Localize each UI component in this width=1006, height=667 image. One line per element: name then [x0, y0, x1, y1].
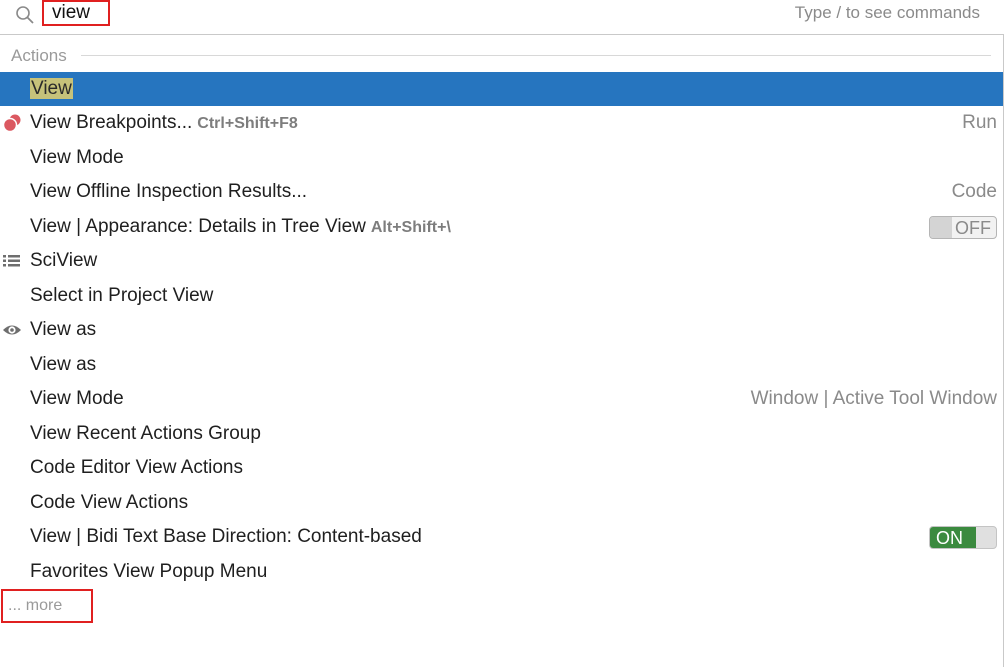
toggle-label: ON — [936, 528, 963, 548]
action-name: View | Bidi Text Base Direction: Content… — [30, 526, 422, 547]
search-icon — [16, 6, 34, 24]
action-row-select-in-project-view[interactable]: Select in Project View — [0, 279, 1003, 313]
action-row-favorites-view-popup[interactable]: Favorites View Popup Menu — [0, 555, 1003, 589]
action-name: View Mode — [30, 388, 124, 409]
action-row-view-breakpoints[interactable]: View Breakpoints... Ctrl+Shift+F8 Run — [0, 106, 1003, 140]
action-name: View Breakpoints... — [30, 112, 193, 133]
breakpoints-icon — [2, 114, 21, 132]
action-name: View Offline Inspection Results... — [30, 181, 308, 202]
search-input[interactable] — [42, 0, 110, 26]
action-row-appearance-details[interactable]: View | Appearance: Details in Tree View A… — [0, 210, 1003, 244]
action-name: View Recent Actions Group — [30, 423, 261, 444]
sciview-icon — [3, 255, 20, 267]
toggle-switch-on[interactable]: ON — [929, 526, 997, 549]
shortcut-label: Alt+Shift+\ — [370, 219, 451, 236]
search-hint: Type / to see commands — [794, 3, 980, 22]
action-row-view-recent-actions[interactable]: View Recent Actions Group — [0, 417, 1003, 451]
action-row-view-mode-2[interactable]: View Mode Window | Active Tool Window — [0, 382, 1003, 416]
popup-border — [1003, 34, 1004, 667]
search-bar: Type / to see commands — [0, 0, 1004, 35]
shortcut-label: Ctrl+Shift+F8 — [197, 115, 298, 132]
toggle-switch-off[interactable]: OFF — [929, 216, 997, 239]
toggle-label: OFF — [955, 218, 991, 238]
action-group: Run — [962, 112, 997, 133]
action-name: Code View Actions — [30, 492, 189, 513]
action-name: Select in Project View — [30, 285, 214, 306]
action-group: Window | Active Tool Window — [750, 388, 997, 409]
action-name: View as — [30, 319, 97, 340]
action-row-view-as-2[interactable]: View as — [0, 348, 1003, 382]
section-header-actions: Actions — [0, 44, 1003, 68]
action-row-view-mode[interactable]: View Mode — [0, 141, 1003, 175]
action-row-code-view-actions[interactable]: Code View Actions — [0, 486, 1003, 520]
eye-icon — [3, 325, 21, 335]
action-row-view[interactable]: View — [0, 72, 1003, 106]
action-name: View Mode — [30, 147, 124, 168]
action-row-sciview[interactable]: SciView — [0, 244, 1003, 278]
action-group: Code — [951, 181, 997, 202]
action-name: SciView — [30, 250, 98, 271]
action-name: View as — [30, 354, 97, 375]
action-name: View | Appearance: Details in Tree View — [30, 216, 366, 237]
action-row-view-as[interactable]: View as — [0, 313, 1003, 347]
section-label: Actions — [11, 46, 67, 65]
action-row-bidi-text-direction[interactable]: View | Bidi Text Base Direction: Content… — [0, 520, 1003, 554]
action-row-view-offline-inspection[interactable]: View Offline Inspection Results... Code — [0, 175, 1003, 209]
action-name: Code Editor View Actions — [30, 457, 243, 478]
action-name: View — [30, 78, 73, 99]
action-row-code-editor-view-actions[interactable]: Code Editor View Actions — [0, 451, 1003, 485]
more-link[interactable]: ... more — [1, 589, 93, 623]
toggle-knob — [930, 217, 952, 238]
action-name: Favorites View Popup Menu — [30, 561, 268, 582]
section-divider — [81, 55, 991, 56]
